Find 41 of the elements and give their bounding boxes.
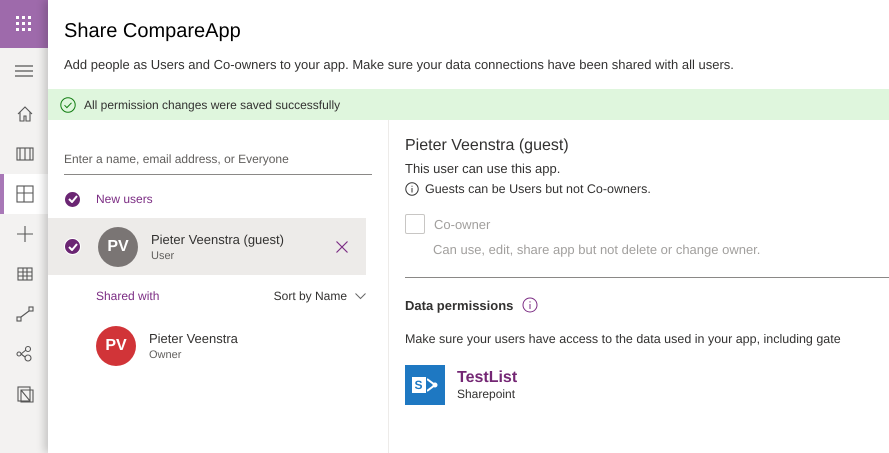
sort-dropdown[interactable]: Sort by Name	[274, 289, 366, 303]
avatar: PV	[96, 326, 136, 366]
info-icon	[405, 182, 419, 196]
data-source-type: Sharepoint	[457, 387, 516, 401]
permission-text: This user can use this app.	[405, 161, 562, 176]
data-permissions-text: Make sure your users have access to the data used in your app, including gate	[405, 332, 842, 346]
check-circle[interactable]	[64, 190, 81, 208]
info-icon[interactable]	[522, 297, 538, 313]
check-circle[interactable]	[64, 238, 81, 255]
avatar: PV	[98, 226, 138, 266]
nodes-icon	[16, 345, 34, 363]
section-label: Shared with	[96, 289, 160, 303]
nav-item[interactable]	[0, 174, 48, 214]
sharepoint-logo: S	[405, 365, 445, 405]
panel-description: Add people as Users and Co-owners to your app. Make sure your data connections have been shared with all users.	[64, 57, 735, 72]
check-circle-icon	[60, 96, 76, 112]
data-source-name[interactable]: TestList	[457, 369, 518, 387]
checkbox-label: Co-owner	[434, 216, 490, 232]
user-role: Owner	[149, 348, 182, 360]
plus-icon	[16, 225, 34, 243]
user-role: User	[151, 250, 176, 262]
checkbox-hint: Can use, edit, share app but not delete or change owner.	[433, 242, 762, 257]
layout-icon	[16, 185, 34, 203]
user-name: Pieter Veenstra (guest)	[151, 232, 285, 246]
close-icon[interactable]	[336, 240, 348, 252]
banner-text: All permission changes were saved successfully	[84, 98, 340, 112]
info-text: Guests can be Users but not Co-owners.	[425, 182, 651, 196]
waffle-icon	[16, 16, 32, 32]
app-launcher-button[interactable]	[0, 0, 48, 48]
section-heading: Data permissions	[405, 298, 514, 312]
book-icon	[16, 145, 34, 163]
chevron-down-icon	[355, 292, 366, 300]
user-name-heading: Pieter Veenstra (guest)	[405, 137, 570, 155]
panel-title: Share CompareApp	[64, 20, 242, 43]
user-name: Pieter Veenstra	[149, 330, 239, 346]
pages-icon	[16, 385, 34, 403]
home-icon	[16, 105, 34, 123]
flow-icon	[16, 305, 34, 323]
group-label: New users	[96, 192, 153, 206]
table-icon	[16, 265, 34, 283]
user-row[interactable]: PV Pieter Veenstra (guest) User	[48, 218, 366, 275]
